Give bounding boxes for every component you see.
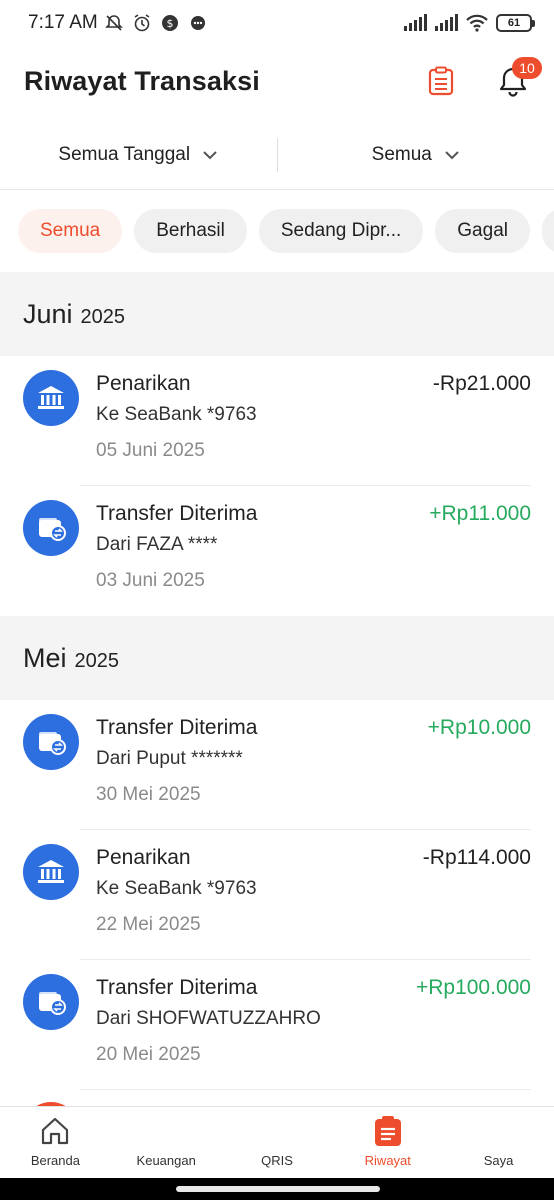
transaction-amount: -Rp114.000 bbox=[422, 846, 531, 869]
transaction-item[interactable]: Transfer Diterima Dari SHOFWATUZZAHRO 20… bbox=[0, 960, 554, 1090]
transaction-title: Transfer Diterima bbox=[96, 716, 258, 739]
nav-label: Riwayat bbox=[364, 1153, 411, 1168]
month-name: Juni bbox=[23, 298, 73, 329]
gesture-bar bbox=[0, 1178, 554, 1200]
wifi-icon bbox=[466, 14, 488, 32]
alarm-icon bbox=[134, 14, 150, 32]
transaction-date: 03 Juni 2025 bbox=[96, 570, 205, 591]
chip-more[interactable] bbox=[541, 209, 554, 253]
home-gesture-pill[interactable] bbox=[176, 1186, 380, 1192]
transaction-date: 05 Juni 2025 bbox=[96, 440, 205, 461]
month-year: 2025 bbox=[80, 305, 126, 328]
date-filter-dropdown[interactable]: Semua Tanggal bbox=[0, 120, 277, 189]
home-icon bbox=[39, 1115, 71, 1147]
status-time: 7:17 AM bbox=[28, 12, 98, 33]
chip-sedang-diproses[interactable]: Sedang Dipr... bbox=[258, 209, 424, 253]
chevron-down-icon bbox=[203, 150, 217, 159]
transaction-title: Penarikan bbox=[96, 372, 191, 395]
clipboard-icon bbox=[428, 66, 454, 96]
header-actions: 10 bbox=[424, 57, 542, 98]
transaction-subtitle: Dari FAZA **** bbox=[96, 534, 218, 555]
notification-button[interactable]: 10 bbox=[496, 57, 542, 98]
date-filter-label: Semua Tanggal bbox=[58, 143, 191, 165]
transaction-date: 20 Mei 2025 bbox=[96, 1044, 201, 1065]
transaction-title: Penarikan bbox=[96, 846, 191, 869]
transaction-amount: +Rp100.000 bbox=[415, 976, 531, 999]
status-system-icons: 61 bbox=[403, 13, 535, 33]
app-header: Riwayat Transaksi 10 bbox=[0, 46, 554, 116]
transaction-date: 22 Mei 2025 bbox=[96, 914, 201, 935]
status-chips: Semua Berhasil Sedang Dipr... Gagal bbox=[0, 192, 554, 270]
transaction-title: Transfer Diterima bbox=[96, 502, 258, 525]
nav-label: Saya bbox=[483, 1153, 514, 1168]
battery-level: 61 bbox=[507, 17, 521, 29]
transaction-subtitle: Dari SHOFWATUZZAHRO bbox=[96, 1008, 321, 1029]
chip-gagal[interactable]: Gagal bbox=[435, 209, 530, 253]
transaction-subtitle: Dari Puput ******* bbox=[96, 748, 243, 769]
transaction-item[interactable]: Transfer Diterima Dari Puput ******* 30 … bbox=[0, 700, 554, 830]
nav-saya[interactable]: Saya bbox=[443, 1107, 554, 1178]
history-icon bbox=[372, 1115, 404, 1147]
type-filter-label: Semua bbox=[371, 143, 432, 165]
nav-label: Keuangan bbox=[136, 1153, 196, 1168]
transaction-subtitle: Ke SeaBank *9763 bbox=[96, 878, 257, 899]
divider bbox=[80, 1089, 531, 1090]
transaction-subtitle: Ke SeaBank *9763 bbox=[96, 404, 257, 425]
chevron-down-icon bbox=[445, 150, 459, 159]
transaction-date: 30 Mei 2025 bbox=[96, 784, 201, 805]
status-bar: 7:17 AM $ 61 bbox=[0, 0, 554, 46]
month-name: Mei bbox=[23, 642, 67, 673]
transaction-amount: -Rp21.000 bbox=[432, 372, 531, 395]
coin-icon: $ bbox=[161, 15, 178, 31]
month-header: Juni 2025 bbox=[0, 272, 554, 356]
svg-text:$: $ bbox=[166, 17, 173, 30]
wallet-transfer-icon bbox=[23, 714, 79, 770]
bank-icon bbox=[23, 844, 79, 900]
chat-icon bbox=[190, 16, 205, 30]
signal-icon bbox=[404, 14, 427, 31]
notification-badge: 10 bbox=[512, 57, 542, 79]
nav-riwayat[interactable]: Riwayat bbox=[332, 1107, 443, 1178]
bank-icon bbox=[23, 370, 79, 426]
month-header: Mei 2025 bbox=[0, 616, 554, 700]
nav-label: Beranda bbox=[30, 1153, 80, 1168]
transaction-title: Transfer Diterima bbox=[96, 976, 258, 999]
chip-berhasil[interactable]: Berhasil bbox=[134, 209, 247, 253]
nav-keuangan[interactable]: Keuangan bbox=[111, 1107, 222, 1178]
wallet-transfer-icon bbox=[23, 974, 79, 1030]
battery-icon: 61 bbox=[496, 14, 535, 32]
transaction-item[interactable]: Transfer Diterima Dari FAZA **** 03 Juni… bbox=[0, 486, 554, 616]
filter-row: Semua Tanggal Semua bbox=[0, 120, 554, 190]
chip-semua[interactable]: Semua bbox=[18, 209, 123, 253]
status-notification-icons: $ bbox=[104, 13, 208, 33]
nav-label: QRIS bbox=[261, 1153, 293, 1168]
nav-qris[interactable]: QRIS bbox=[222, 1107, 333, 1178]
wallet-transfer-icon bbox=[23, 500, 79, 556]
transaction-amount: +Rp11.000 bbox=[429, 502, 531, 525]
type-filter-dropdown[interactable]: Semua bbox=[278, 120, 554, 189]
transaction-item[interactable]: Penarikan Ke SeaBank *9763 05 Juni 2025 … bbox=[0, 356, 554, 486]
transaction-amount: +Rp10.000 bbox=[427, 716, 531, 739]
mute-icon bbox=[104, 15, 123, 31]
transaction-item[interactable]: Penarikan Ke SeaBank *9763 22 Mei 2025 -… bbox=[0, 830, 554, 960]
signal-icon bbox=[435, 14, 458, 31]
page-title: Riwayat Transaksi bbox=[24, 65, 260, 96]
month-year: 2025 bbox=[74, 649, 120, 672]
bottom-nav: Beranda Keuangan QRIS Riwayat Saya bbox=[0, 1106, 554, 1178]
nav-beranda[interactable]: Beranda bbox=[0, 1107, 111, 1178]
clipboard-button[interactable] bbox=[424, 64, 458, 98]
